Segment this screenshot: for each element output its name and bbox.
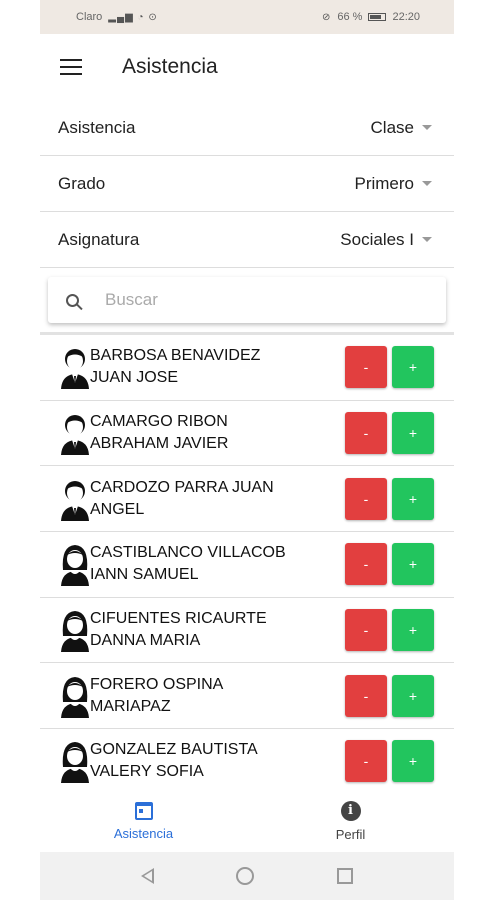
signal-icons: ▂▄▆ ◔ ⊙: [108, 11, 158, 23]
name-line: FORERO OSPINA: [90, 675, 224, 693]
filter-label: Asignatura: [58, 229, 140, 249]
menu-icon[interactable]: [60, 59, 82, 75]
name-line: GONZALEZ BAUTISTA: [90, 741, 258, 759]
filter-value: Sociales I: [340, 229, 414, 249]
list-item: CAMARGO RIBON ABRAHAM JAVIER - +: [40, 401, 454, 467]
mark-absent-button[interactable]: -: [345, 543, 387, 586]
mark-present-button[interactable]: +: [392, 412, 434, 455]
name-line: JUAN JOSE: [90, 369, 179, 387]
mark-absent-button[interactable]: -: [345, 477, 387, 520]
name-line: CAMARGO RIBON: [90, 413, 228, 431]
mark-present-button[interactable]: +: [392, 477, 434, 520]
name-line: VALERY SOFIA: [90, 763, 204, 781]
filter-asignatura: Asignatura Sociales I: [40, 212, 454, 268]
dropdown-arrow-icon: [422, 237, 432, 242]
search-input[interactable]: [103, 289, 387, 311]
name-line: CIFUENTES RICAURTE: [90, 610, 267, 628]
male-avatar-icon: [61, 480, 89, 521]
system-nav-bar: [40, 852, 454, 900]
female-avatar-icon: [61, 611, 89, 653]
name-line: CARDOZO PARRA JUAN: [90, 478, 274, 496]
notification-icons: ⊘: [322, 11, 332, 23]
mark-absent-button[interactable]: -: [345, 674, 387, 717]
battery-level: 66 %: [337, 11, 363, 23]
student-name: FORERO OSPINA MARIAPAZ: [90, 674, 345, 718]
mark-present-button[interactable]: +: [392, 674, 434, 717]
student-name: CARDOZO PARRA JUAN ANGEL: [90, 477, 345, 521]
male-avatar-icon: [61, 415, 89, 456]
back-icon[interactable]: [141, 868, 155, 884]
list-item: FORERO OSPINA MARIAPAZ - +: [40, 663, 454, 730]
nav-label: Perfil: [335, 826, 366, 842]
student-name: GONZALEZ BAUTISTA VALERY SOFIA: [90, 739, 345, 783]
dropdown-arrow-icon: [422, 125, 432, 130]
mark-absent-button[interactable]: -: [345, 740, 387, 783]
filter-label: Asistencia: [58, 117, 136, 137]
name-line: BARBOSA BENAVIDEZ: [90, 347, 261, 365]
mark-absent-button[interactable]: -: [345, 412, 387, 455]
home-icon[interactable]: [236, 867, 255, 885]
mark-absent-button[interactable]: -: [345, 346, 387, 389]
dropdown-arrow-icon: [422, 181, 432, 186]
carrier-label: Claro: [76, 11, 103, 23]
filter-asistencia: Asistencia Clase: [40, 100, 454, 156]
list-item: CASTIBLANCO VILLACOB IANN SAMUEL - +: [40, 532, 454, 598]
mark-present-button[interactable]: +: [392, 609, 434, 652]
nav-label: Asistencia: [113, 825, 174, 841]
clock: 22:20: [392, 11, 420, 23]
battery-icon: [368, 13, 387, 21]
search-icon: [66, 293, 79, 307]
filter-value: Primero: [354, 173, 414, 193]
mark-present-button[interactable]: +: [392, 346, 434, 389]
filters: Asistencia Clase Grado Primero Asignatur…: [40, 100, 454, 268]
male-avatar-icon: [61, 349, 89, 390]
mark-present-button[interactable]: +: [392, 543, 434, 586]
student-name: CASTIBLANCO VILLACOB IANN SAMUEL: [90, 542, 345, 586]
app-bar: Asistencia: [40, 34, 454, 100]
recent-apps-icon[interactable]: [336, 868, 353, 884]
student-name: CIFUENTES RICAURTE DANNA MARIA: [90, 608, 345, 652]
asignatura-select[interactable]: Sociales I: [340, 230, 432, 250]
student-list: BARBOSA BENAVIDEZ JUAN JOSE - + CAMARGO …: [40, 335, 454, 795]
name-line: ANGEL: [90, 500, 145, 518]
mark-absent-button[interactable]: -: [345, 609, 387, 652]
list-item: CARDOZO PARRA JUAN ANGEL - +: [40, 466, 454, 533]
page-title: Asistencia: [122, 55, 218, 78]
female-avatar-icon: [61, 545, 89, 587]
name-line: DANNA MARIA: [90, 632, 201, 650]
phone-screen: Claro ▂▄▆ ◔ ⊙ ⊘ 66 % 22:20 Asistencia As…: [40, 0, 454, 900]
search-box: [48, 277, 446, 323]
name-line: ABRAHAM JAVIER: [90, 435, 229, 453]
filter-value: Clase: [370, 117, 414, 137]
name-line: IANN SAMUEL: [90, 566, 199, 584]
calendar-icon: [134, 801, 153, 820]
name-line: CASTIBLANCO VILLACOB: [90, 544, 286, 562]
female-avatar-icon: [61, 676, 89, 718]
nav-asistencia[interactable]: Asistencia: [40, 790, 247, 852]
list-item: GONZALEZ BAUTISTA VALERY SOFIA - +: [40, 729, 454, 795]
grado-select[interactable]: Primero: [354, 174, 432, 194]
female-avatar-icon: [61, 742, 89, 784]
nav-perfil[interactable]: i Perfil: [247, 790, 454, 852]
status-bar: Claro ▂▄▆ ◔ ⊙ ⊘ 66 % 22:20: [40, 0, 454, 34]
filter-grado: Grado Primero: [40, 156, 454, 212]
mark-present-button[interactable]: +: [392, 740, 434, 783]
student-name: CAMARGO RIBON ABRAHAM JAVIER: [90, 411, 345, 455]
asistencia-select[interactable]: Clase: [371, 118, 432, 138]
bottom-nav: Asistencia i Perfil: [40, 790, 454, 852]
name-line: MARIAPAZ: [90, 697, 171, 715]
filter-label: Grado: [58, 173, 106, 193]
list-item: CIFUENTES RICAURTE DANNA MARIA - +: [40, 598, 454, 664]
info-icon: i: [340, 800, 361, 821]
student-name: BARBOSA BENAVIDEZ JUAN JOSE: [90, 345, 345, 389]
list-item: BARBOSA BENAVIDEZ JUAN JOSE - +: [40, 335, 454, 401]
